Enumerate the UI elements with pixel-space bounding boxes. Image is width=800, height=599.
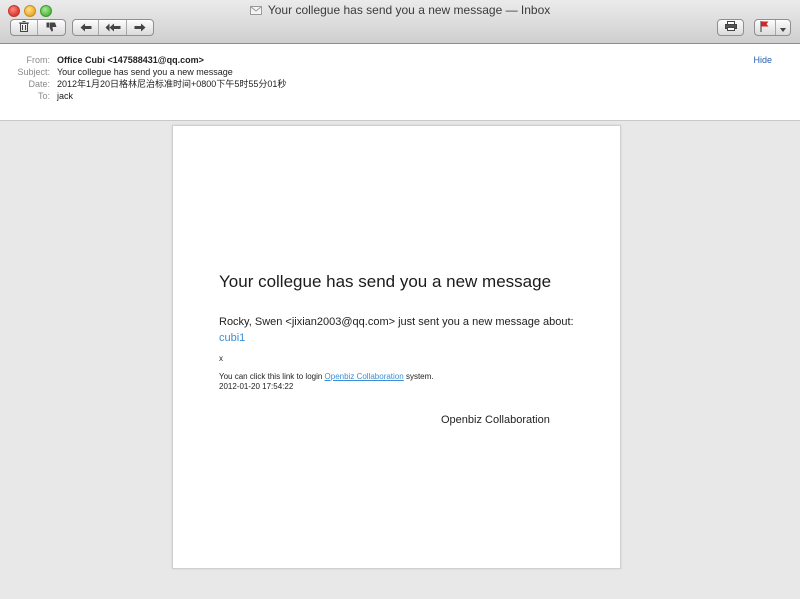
to-value[interactable]: jack [57, 90, 73, 102]
forward-arrow-icon [134, 20, 146, 35]
forward-button[interactable] [127, 20, 153, 35]
delete-junk-group [10, 19, 66, 36]
date-label: Date: [28, 79, 50, 89]
from-label: From: [26, 55, 51, 65]
message-header: From: Office Cubi <147588431@qq.com> Sub… [0, 44, 800, 121]
login-suffix: system. [403, 372, 434, 381]
message-signature: Openbiz Collaboration [441, 414, 550, 426]
flag-menu-group [754, 19, 791, 36]
reply-button[interactable] [73, 20, 100, 35]
print-button[interactable] [717, 19, 744, 36]
reply-arrow-icon [80, 20, 92, 35]
topic-link[interactable]: cubi1 [219, 332, 245, 344]
junk-button[interactable] [38, 20, 65, 35]
window-titlebar: Your collegue has send you a new message… [0, 0, 800, 44]
trash-icon [19, 20, 29, 35]
login-link[interactable]: Openbiz Collaboration [325, 372, 404, 381]
message-intro: Rocky, Swen <jixian2003@qq.com> just sen… [219, 316, 574, 328]
window-title-container: Your collegue has send you a new message… [0, 3, 800, 18]
reply-forward-group [72, 19, 154, 36]
from-value[interactable]: Office Cubi <147588431@qq.com> [57, 54, 204, 66]
message-card: Your collegue has send you a new message… [172, 125, 621, 569]
message-body-area: Your collegue has send you a new message… [0, 121, 800, 599]
reply-all-button[interactable] [99, 20, 127, 35]
thumbs-down-icon [46, 20, 57, 35]
flag-dropdown-button[interactable] [776, 20, 790, 35]
subject-value: Your collegue has send you a new message [57, 67, 233, 77]
delete-button[interactable] [11, 20, 39, 35]
date-value: 2012年1月20日格林尼治标准时间+0800下午5时55分01秒 [57, 79, 287, 89]
reply-all-arrow-icon [105, 20, 121, 35]
envelope-icon [249, 4, 262, 18]
flag-icon [760, 20, 769, 35]
subject-label: Subject: [17, 67, 50, 77]
message-title: Your collegue has send you a new message [219, 272, 552, 291]
chevron-down-icon [779, 20, 786, 35]
hide-header-link[interactable]: Hide [753, 55, 772, 65]
login-prefix: You can click this link to login [219, 372, 325, 381]
login-line: You can click this link to login Openbiz… [219, 372, 434, 392]
flag-button[interactable] [755, 20, 776, 35]
message-body-text: x [219, 354, 223, 363]
to-label: To: [37, 91, 50, 101]
window-title: Your collegue has send you a new message… [267, 3, 551, 17]
printer-icon [724, 21, 737, 34]
message-timestamp: 2012-01-20 17:54:22 [219, 382, 294, 391]
